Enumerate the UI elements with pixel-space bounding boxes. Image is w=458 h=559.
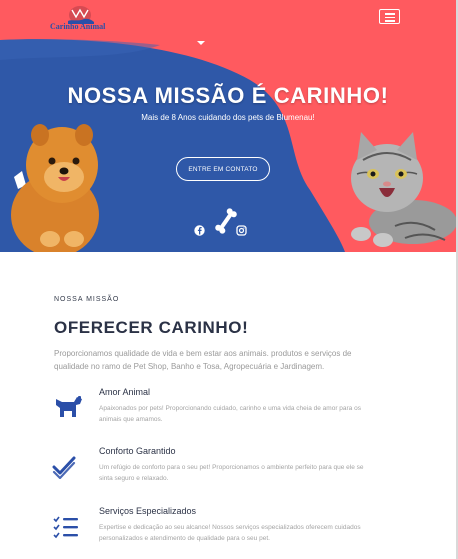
section-eyebrow: NOSSA MISSÃO [54,296,120,303]
facebook-icon[interactable] [194,225,205,236]
logo-text: Carinho Animal [50,22,106,31]
section-title: OFERECER CARINHO! [54,318,249,337]
feature-title-conforto: Conforto Garantido [99,446,176,456]
instagram-icon[interactable] [236,225,247,236]
hero-section: Carinho Animal NOSSA MISSÃO É CARINHO! M… [0,0,456,252]
pomeranian-dog-image [11,124,99,252]
page: Carinho Animal NOSSA MISSÃO É CARINHO! M… [0,0,458,559]
feature-text-servicos: Expertise e dedicação ao seu alcance! No… [99,524,361,542]
checkmark-icon [52,456,76,479]
checklist-icon [53,516,78,539]
feature-title-servicos: Serviços Especializados [99,506,197,516]
feature-text-amor-animal: Apaixonados por pets! Proporcionando cui… [99,405,361,423]
dog-icon [56,396,82,417]
hero-title: NOSSA MISSÃO É CARINHO! [67,83,389,108]
contact-button[interactable]: ENTRE EM CONTATO [176,157,270,181]
hamburger-menu-icon[interactable] [379,9,400,24]
feature-text-conforto: Um refúgio de conforto para o seu pet! P… [99,464,364,482]
paw-icon [197,41,205,45]
tabby-cat-image [351,132,456,247]
section-description: Proporcionamos qualidade de vida e bem e… [54,349,352,371]
feature-title-amor-animal: Amor Animal [99,387,151,397]
